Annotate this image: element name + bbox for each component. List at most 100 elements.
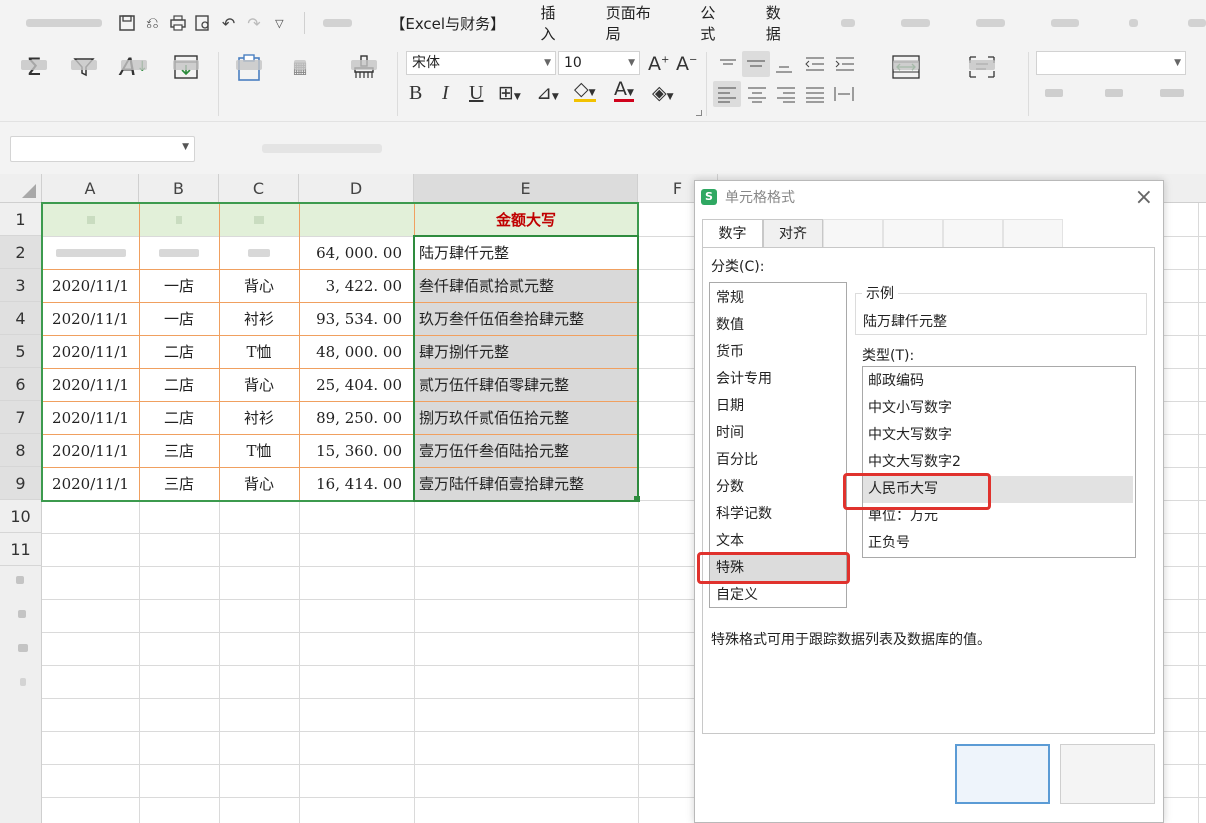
ribbon-blurred-button[interactable] (1160, 89, 1184, 97)
cell-b1[interactable] (139, 203, 219, 236)
close-icon[interactable]: × (1135, 185, 1153, 210)
font-size-select[interactable]: 10 ▼ (558, 51, 640, 75)
row-header-2[interactable]: 2 (0, 236, 42, 269)
row-header-11[interactable]: 11 (0, 533, 42, 566)
row-header-4[interactable]: 4 (0, 302, 42, 335)
category-item[interactable]: 科学记数 (710, 501, 846, 528)
cell-b3[interactable]: 一店 (139, 269, 219, 302)
sort-button[interactable]: A↓ (114, 52, 154, 116)
cell-b5[interactable]: 二店 (139, 335, 219, 368)
ok-button[interactable] (955, 744, 1050, 804)
category-item[interactable]: 百分比 (710, 447, 846, 474)
cell-style-icon[interactable]: ⊿▼ (536, 82, 559, 104)
tab-excel-finance[interactable]: 【Excel与财务】 (380, 13, 522, 34)
column-header-e[interactable]: E (414, 174, 638, 203)
cell-e1[interactable]: 金额大写 (414, 203, 638, 236)
select-all-corner[interactable] (0, 174, 42, 203)
increase-indent-icon[interactable] (832, 54, 856, 76)
cell-c9[interactable]: 背心 (219, 467, 299, 500)
cell-e6[interactable]: 贰万伍仟肆佰零肆元整 (414, 368, 638, 401)
cell-d8[interactable]: 15, 360. 00 (299, 434, 414, 467)
category-item[interactable]: 分数 (710, 474, 846, 501)
menu-tab-blurred[interactable] (1188, 19, 1206, 27)
decrease-indent-icon[interactable] (802, 54, 826, 76)
print-icon[interactable] (165, 10, 190, 36)
align-center-icon[interactable] (745, 83, 769, 105)
underline-button[interactable]: U (469, 82, 483, 105)
menu-tab-blurred[interactable] (1051, 19, 1079, 27)
cell-d5[interactable]: 48, 000. 00 (299, 335, 414, 368)
cell-c1[interactable] (219, 203, 299, 236)
tab-font-blurred[interactable] (823, 219, 883, 247)
tab-data[interactable]: 数据 (748, 2, 813, 44)
border-icon[interactable]: ⊞▼ (498, 82, 521, 104)
column-header-c[interactable]: C (219, 174, 299, 203)
cell-c5[interactable]: T恤 (219, 335, 299, 368)
formula-input[interactable] (262, 144, 382, 153)
column-header-a[interactable]: A (42, 174, 139, 203)
cell-e8[interactable]: 壹万伍仟叁佰陆拾元整 (414, 434, 638, 467)
column-header-d[interactable]: D (299, 174, 414, 203)
category-item[interactable]: 时间 (710, 420, 846, 447)
category-item[interactable]: 常规 (710, 285, 846, 312)
filter-button[interactable] (64, 52, 104, 116)
row-header-6[interactable]: 6 (0, 368, 42, 401)
cell-e5[interactable]: 肆万捌仟元整 (414, 335, 638, 368)
category-item[interactable]: 会计专用 (710, 366, 846, 393)
cell-a7[interactable]: 2020/11/1 (42, 401, 139, 434)
cell-a8[interactable]: 2020/11/1 (42, 434, 139, 467)
cell-e2[interactable]: 陆万肆仟元整 (414, 236, 638, 269)
cell-c6[interactable]: 背心 (219, 368, 299, 401)
ribbon-blurred-button[interactable] (1045, 89, 1063, 97)
category-item[interactable]: 文本 (710, 528, 846, 555)
align-top-icon[interactable] (716, 54, 740, 76)
bold-button[interactable]: B (409, 82, 422, 105)
cell-a5[interactable]: 2020/11/1 (42, 335, 139, 368)
quick-access-dropdown-icon[interactable]: ▽ (267, 10, 292, 36)
cell-e7[interactable]: 捌万玖仟贰佰伍拾元整 (414, 401, 638, 434)
type-item[interactable]: 中文小写数字 (863, 395, 1133, 422)
cell-c7[interactable]: 衬衫 (219, 401, 299, 434)
menu-tab-blurred[interactable] (976, 19, 1006, 27)
cell-b4[interactable]: 一店 (139, 302, 219, 335)
tab-border-blurred[interactable] (883, 219, 943, 247)
cell-b8[interactable]: 三店 (139, 434, 219, 467)
tab-page-layout[interactable]: 页面布局 (588, 2, 683, 44)
tab-insert[interactable]: 插入 (522, 2, 587, 44)
merge-center-button[interactable] (886, 52, 926, 116)
type-item[interactable]: 中文大写数字 (863, 422, 1133, 449)
category-item[interactable]: 货币 (710, 339, 846, 366)
name-box[interactable]: ▼ (10, 136, 195, 162)
dialog-launcher-icon[interactable] (696, 110, 702, 116)
font-color-icon[interactable]: A▼ (614, 78, 634, 102)
tab-protection-blurred[interactable] (1003, 219, 1063, 247)
paste-button[interactable] (229, 52, 269, 116)
cell-c3[interactable]: 背心 (219, 269, 299, 302)
type-item[interactable]: 正负号 (863, 530, 1133, 557)
cell-c8[interactable]: T恤 (219, 434, 299, 467)
cancel-button[interactable] (1060, 744, 1155, 804)
tab-alignment[interactable]: 对齐 (763, 219, 823, 247)
type-list[interactable]: 邮政编码 中文小写数字 中文大写数字 中文大写数字2 人民币大写 单位：万元 正负号 (862, 366, 1136, 558)
cell-d7[interactable]: 89, 250. 00 (299, 401, 414, 434)
row-header-10[interactable]: 10 (0, 500, 42, 533)
cell-d1[interactable] (299, 203, 414, 236)
format-painter-button[interactable] (344, 52, 384, 116)
fill-button[interactable] (166, 52, 206, 116)
tab-number[interactable]: 数字 (702, 219, 763, 249)
cell-e3[interactable]: 叁仟肆佰贰拾贰元整 (414, 269, 638, 302)
format-painter-icon[interactable]: ⎌ (140, 10, 165, 36)
type-item[interactable]: 中文大写数字2 (863, 449, 1133, 476)
cell-b2[interactable] (139, 236, 219, 269)
cell-d3[interactable]: 3, 422. 00 (299, 269, 414, 302)
number-format-select[interactable]: ▼ (1036, 51, 1186, 75)
ribbon-blurred-button[interactable] (1105, 89, 1123, 97)
cell-b9[interactable]: 三店 (139, 467, 219, 500)
cell-a6[interactable]: 2020/11/1 (42, 368, 139, 401)
row-header-9[interactable]: 9 (0, 467, 42, 500)
autosum-button[interactable]: Σ (14, 52, 54, 116)
decrease-font-icon[interactable]: A− (676, 53, 697, 75)
cell-a9[interactable]: 2020/11/1 (42, 467, 139, 500)
cell-d4[interactable]: 93, 534. 00 (299, 302, 414, 335)
column-header-b[interactable]: B (139, 174, 219, 203)
